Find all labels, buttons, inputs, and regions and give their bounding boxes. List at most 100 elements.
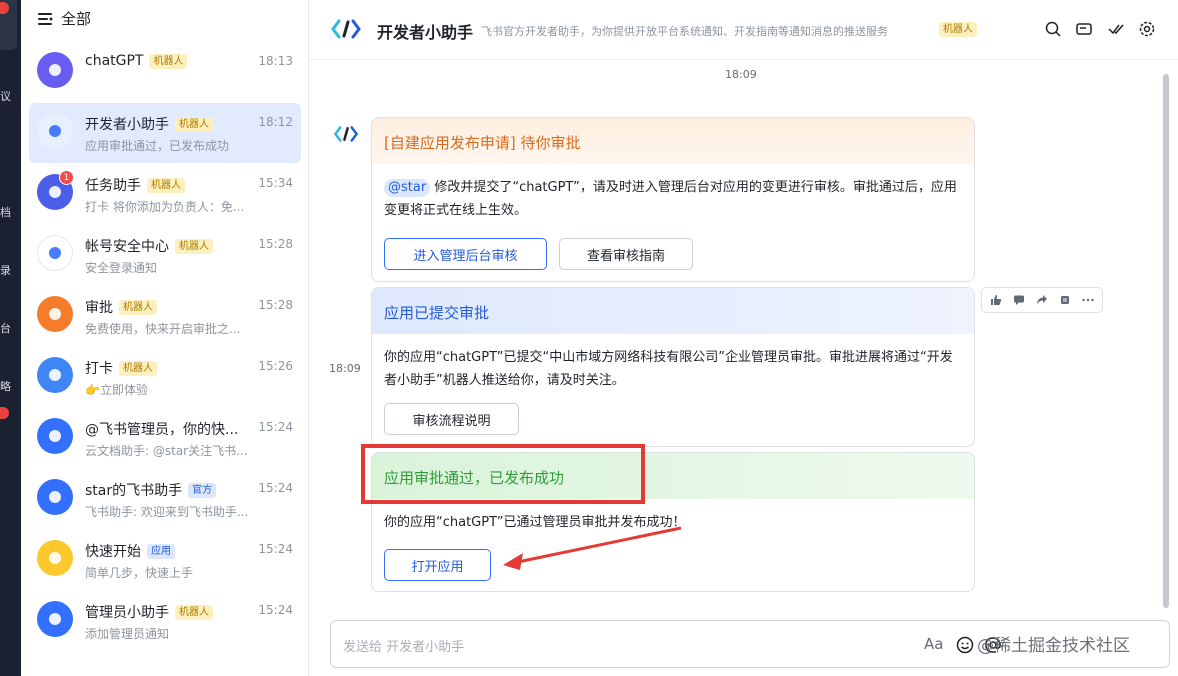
nav-label-fragment[interactable]: 议 bbox=[0, 90, 11, 104]
approval-request-card: [自建应用发布申请] 待你审批 @star 修改并提交了“chatGPT”，请及… bbox=[371, 117, 975, 282]
avatar-glyph-icon bbox=[49, 308, 61, 320]
chat-name-text: 管理员小助手 bbox=[85, 605, 169, 621]
chat-name: star的飞书助手 官方 bbox=[85, 480, 217, 500]
chat-tag: 机器人 bbox=[149, 53, 188, 69]
chat-panel: 开发者小助手 飞书官方开发者助手，为你提供开放平台系统通知、开发指南等通知消息的… bbox=[309, 0, 1178, 676]
chat-preview: 添加管理员通知 bbox=[85, 627, 170, 641]
emoji-icon[interactable] bbox=[955, 635, 975, 655]
nav-label-fragment[interactable]: 录 bbox=[0, 264, 11, 278]
chat-preview: 打卡 将你添加为负责人：免... bbox=[85, 200, 245, 214]
card-title: 应用已提交审批 bbox=[372, 288, 974, 334]
chat-list-item[interactable]: @飞书管理员，你的快... 15:24 云文档助手: @star关注飞书... bbox=[29, 408, 301, 468]
chat-time: 15:24 bbox=[258, 603, 293, 617]
card-body-text: 你的应用“chatGPT”已通过管理员审批并发布成功！ bbox=[384, 515, 686, 530]
pin-icon[interactable] bbox=[1057, 292, 1073, 308]
chat-list-item[interactable]: chatGPT 机器人 18:13 bbox=[29, 42, 301, 102]
chat-time: 15:34 bbox=[258, 176, 293, 190]
nav-label-fragment[interactable]: 档 bbox=[0, 206, 11, 220]
avatar-glyph-icon bbox=[49, 552, 61, 564]
bot-tag: 机器人 bbox=[939, 22, 977, 37]
chat-name: 审批 机器人 bbox=[85, 297, 157, 317]
nav-label-fragment[interactable]: 台 bbox=[0, 322, 11, 336]
chat-name-text: star的飞书助手 bbox=[85, 483, 183, 499]
chat-list-item[interactable]: 管理员小助手 机器人 15:24 添加管理员通知 bbox=[29, 591, 301, 651]
open-app-button[interactable]: 打开应用 bbox=[384, 549, 491, 581]
avatar bbox=[37, 479, 73, 515]
chat-tag: 机器人 bbox=[175, 116, 213, 132]
chat-name: 快速开始 应用 bbox=[85, 541, 175, 561]
chat-list: 全部 chatGPT 机器人 18:13 开发者小助手 机器人 18:12 应用审批通过，已… bbox=[21, 0, 309, 676]
app-sidebar-strip: 议 档 录 台 略 bbox=[0, 0, 21, 676]
card-title: [自建应用发布申请] 待你审批 bbox=[372, 118, 974, 164]
chat-name: 管理员小助手 机器人 bbox=[85, 602, 213, 622]
more-icon[interactable] bbox=[1080, 292, 1096, 308]
forward-icon[interactable] bbox=[1034, 292, 1050, 308]
chat-time: 18:12 bbox=[258, 115, 293, 129]
text-format-icon[interactable]: Aa bbox=[924, 635, 944, 655]
avatar-glyph-icon bbox=[49, 64, 61, 76]
chat-tag: 机器人 bbox=[175, 238, 213, 254]
chat-time: 15:24 bbox=[258, 481, 293, 495]
avatar bbox=[37, 540, 73, 576]
chat-preview: 飞书助手: 欢迎来到飞书助手... bbox=[85, 505, 249, 519]
chat-tag: 机器人 bbox=[175, 604, 213, 620]
avatar-glyph-icon bbox=[49, 125, 61, 137]
chat-list-item[interactable]: 审批 机器人 15:28 免费使用，快来开启审批之... bbox=[29, 286, 301, 346]
chat-list-title: 全部 bbox=[61, 10, 92, 28]
avatar bbox=[37, 357, 73, 393]
view-review-guide-button[interactable]: 查看审核指南 bbox=[559, 238, 693, 270]
chat-list-item[interactable]: 开发者小助手 机器人 18:12 应用审批通过，已发布成功 bbox=[29, 103, 301, 163]
chat-name-text: 任务助手 bbox=[85, 178, 141, 194]
gear-icon[interactable] bbox=[1138, 20, 1156, 38]
chat-time: 15:24 bbox=[258, 420, 293, 434]
chat-name: 帐号安全中心 机器人 bbox=[85, 236, 213, 256]
chat-list-item[interactable]: 1 任务助手 机器人 15:34 打卡 将你添加为负责人：免... bbox=[29, 164, 301, 224]
chat-list-item[interactable]: star的飞书助手 官方 15:24 飞书助手: 欢迎来到飞书助手... bbox=[29, 469, 301, 529]
chat-list-item[interactable]: 帐号安全中心 机器人 15:28 安全登录通知 bbox=[29, 225, 301, 285]
chat-preview: 简单几步，快速上手 bbox=[85, 566, 194, 580]
chat-name-text: 快速开始 bbox=[85, 544, 141, 560]
nav-label-fragment[interactable]: 略 bbox=[0, 380, 11, 394]
chat-list-filter[interactable]: 全部 bbox=[37, 8, 91, 29]
chat-tag: 应用 bbox=[147, 543, 175, 559]
card-icon[interactable] bbox=[1075, 20, 1093, 38]
highlight-annotation-box bbox=[361, 444, 645, 504]
avatar bbox=[37, 235, 73, 271]
search-icon[interactable] bbox=[1044, 20, 1062, 38]
reply-icon[interactable] bbox=[1011, 292, 1027, 308]
avatar-glyph-icon bbox=[49, 430, 61, 442]
avatar bbox=[37, 296, 73, 332]
chat-header: 开发者小助手 飞书官方开发者助手，为你提供开放平台系统通知、开发指南等通知消息的… bbox=[309, 0, 1178, 60]
chat-name-text: chatGPT bbox=[85, 53, 144, 69]
chat-tag: 机器人 bbox=[119, 360, 157, 376]
avatar-glyph-icon bbox=[49, 186, 61, 198]
scrollbar[interactable] bbox=[1163, 74, 1169, 608]
chat-name: @飞书管理员，你的快... bbox=[85, 419, 238, 439]
user-mention[interactable]: @star bbox=[384, 179, 431, 197]
chat-time: 15:28 bbox=[258, 298, 293, 312]
chat-list-item[interactable]: 快速开始 应用 15:24 简单几步，快速上手 bbox=[29, 530, 301, 590]
avatar-glyph-icon bbox=[49, 369, 61, 381]
message-timestamp: 18:09 bbox=[725, 68, 757, 81]
avatar bbox=[37, 418, 73, 454]
go-to-admin-review-button[interactable]: 进入管理后台审核 bbox=[384, 238, 547, 270]
chat-time: 15:28 bbox=[258, 237, 293, 251]
thumbs-up-icon[interactable] bbox=[988, 292, 1004, 308]
chat-time: 18:13 bbox=[258, 54, 293, 68]
composer-placeholder: 发送给 开发者小助手 bbox=[343, 640, 465, 655]
chat-preview: 云文档助手: @star关注飞书... bbox=[85, 444, 248, 458]
card-body-text: 你的应用“chatGPT”已提交“中山市域方网络科技有限公司”企业管理员审批。审… bbox=[384, 350, 953, 388]
review-process-button[interactable]: 审核流程说明 bbox=[384, 403, 519, 435]
chat-name-text: 帐号安全中心 bbox=[85, 239, 169, 255]
message-side-timestamp: 18:09 bbox=[329, 362, 361, 375]
sender-avatar-icon bbox=[333, 126, 359, 142]
avatar bbox=[37, 113, 73, 149]
chat-list-item[interactable]: 打卡 机器人 15:26 👉立即体验 bbox=[29, 347, 301, 407]
chat-tag: 官方 bbox=[188, 482, 217, 498]
chat-name-text: @飞书管理员，你的快... bbox=[85, 422, 239, 438]
chat-tag: 机器人 bbox=[147, 177, 185, 193]
chat-name: 任务助手 机器人 bbox=[85, 175, 185, 195]
checkmark-icon[interactable] bbox=[1107, 20, 1125, 38]
avatar-glyph-icon bbox=[49, 491, 61, 503]
chat-description: 飞书官方开发者助手，为你提供开放平台系统通知、开发指南等通知消息的推送服务 bbox=[481, 25, 888, 38]
